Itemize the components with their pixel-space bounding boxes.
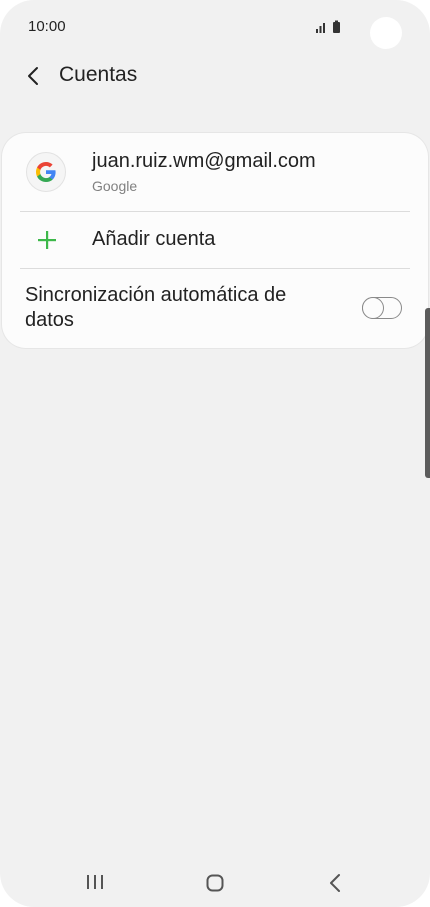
account-provider: Google xyxy=(92,178,138,194)
plus-icon xyxy=(38,231,56,254)
page-title: Cuentas xyxy=(59,63,138,86)
accounts-card: juan.ruiz.wm@gmail.com Google Añadir cue… xyxy=(2,133,428,348)
back-button[interactable] xyxy=(22,62,46,90)
home-button[interactable] xyxy=(206,874,224,897)
google-icon xyxy=(26,152,66,192)
status-time: 10:00 xyxy=(28,18,66,35)
phone-screen: 10:00 Cuentas juan.ruiz.wm@gmail.com Goo… xyxy=(0,0,430,907)
add-account-label: Añadir cuenta xyxy=(92,228,216,250)
toggle-knob xyxy=(362,297,384,319)
add-account-button[interactable]: Añadir cuenta xyxy=(2,212,428,268)
auto-sync-toggle[interactable] xyxy=(362,297,402,319)
account-row-google[interactable]: juan.ruiz.wm@gmail.com Google xyxy=(2,133,428,211)
front-camera xyxy=(370,17,402,49)
account-email: juan.ruiz.wm@gmail.com xyxy=(92,150,316,172)
signal-battery-icon xyxy=(316,20,342,39)
recents-button[interactable] xyxy=(86,874,104,895)
status-bar: 10:00 xyxy=(0,0,430,56)
back-icon xyxy=(330,874,340,892)
recents-icon xyxy=(87,875,103,889)
scroll-indicator[interactable] xyxy=(425,308,430,478)
chevron-left-icon xyxy=(28,67,38,85)
auto-sync-label: Sincronización automática de datos xyxy=(25,284,287,331)
app-header: Cuentas xyxy=(0,56,430,96)
home-icon xyxy=(206,874,224,892)
auto-sync-row[interactable]: Sincronización automática de datos xyxy=(2,269,428,348)
nav-back-button[interactable] xyxy=(328,873,342,898)
navigation-bar xyxy=(0,862,430,902)
